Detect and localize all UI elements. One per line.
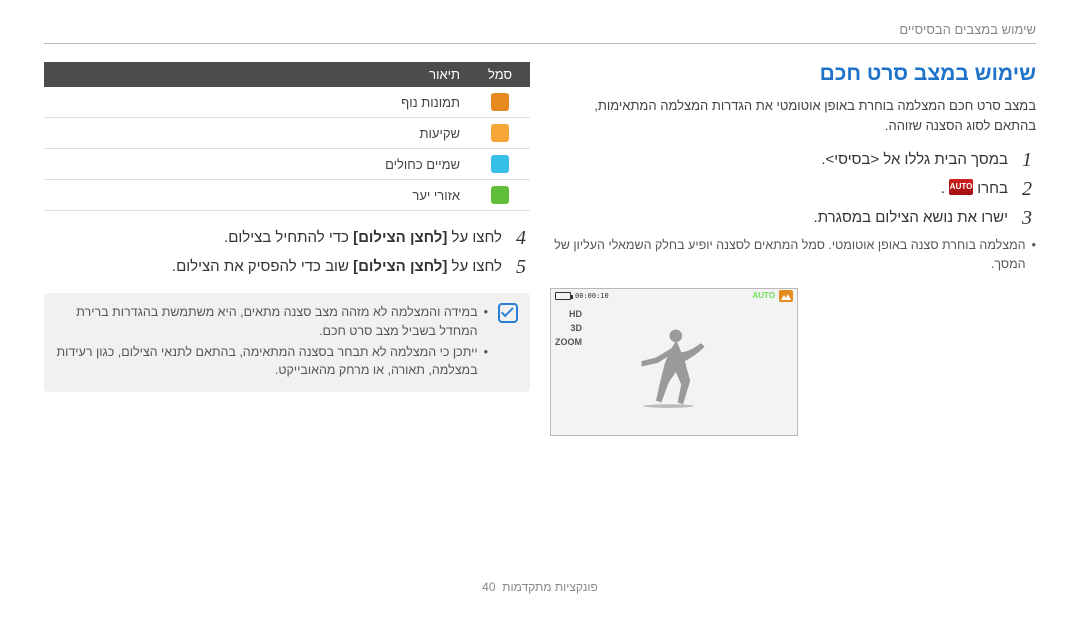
sunset-icon (491, 124, 509, 142)
scene-icon-table: סמל תיאור תמונות נוף שקיעות ש (44, 62, 530, 211)
preview-side-icons: HD 3D ZOOM (555, 309, 582, 347)
skater-silhouette-icon (629, 321, 719, 411)
table-header-description: תיאור (44, 62, 470, 87)
step-text: ישרו את נושא הצילום במסגרת. (814, 207, 1008, 228)
step-text: לחצו על [לחצן הצילום] כדי להתחיל בצילום. (224, 227, 502, 248)
landscape-icon (491, 93, 509, 111)
step-1: 1 במסך הבית גללו אל <בסיסי>. (550, 149, 1036, 172)
step-text: לחצו על [לחצן הצילום] שוב כדי להפסיק את … (172, 256, 502, 277)
table-header-symbol: סמל (470, 62, 530, 87)
preview-mode-label: AUTO (752, 291, 775, 300)
step-4: 4 לחצו על [לחצן הצילום] כדי להתחיל בצילו… (44, 227, 530, 250)
preview-counter: 00:00:10 (575, 292, 609, 300)
page-footer: פונקציות מתקדמות 40 (0, 580, 1080, 594)
section-description: במצב סרט חכם המצלמה בוחרת באופן אוטומטי … (550, 96, 1036, 135)
table-cell-desc: אזורי יער (44, 180, 470, 211)
step-number: 2 (1018, 178, 1036, 201)
auto-mode-icon: AUTO (949, 179, 973, 195)
step-text: בחרו AUTO . (941, 178, 1008, 199)
step-note: המצלמה בוחרת סצנה באופן אוטומטי. סמל המת… (550, 236, 1036, 274)
step-5: 5 לחצו על [לחצן הצילום] שוב כדי להפסיק א… (44, 256, 530, 279)
step-text: במסך הבית גללו אל <בסיסי>. (821, 149, 1008, 170)
bluesky-icon (491, 155, 509, 173)
forest-icon (491, 186, 509, 204)
info-bullet: ייתכן כי המצלמה לא תבחר בסצנה המתאימה, ב… (56, 343, 488, 381)
step-number: 3 (1018, 207, 1036, 230)
info-box: במידה והמצלמה לא מזהה מצב סצנה מתאים, הי… (44, 293, 530, 392)
section-title: שימוש במצב סרט חכם (550, 62, 1036, 86)
step-2: 2 בחרו AUTO . (550, 178, 1036, 201)
step-number: 5 (512, 256, 530, 279)
step-number: 1 (1018, 149, 1036, 172)
landscape-icon (779, 290, 793, 302)
camera-preview: AUTO 00:00:10 HD 3D ZOOM (550, 288, 798, 436)
table-row: שמיים כחולים (44, 149, 530, 180)
table-row: אזורי יער (44, 180, 530, 211)
table-cell-desc: תמונות נוף (44, 87, 470, 118)
step-3: 3 ישרו את נושא הצילום במסגרת. (550, 207, 1036, 230)
breadcrumb: שימוש במצבים הבסיסיים (44, 22, 1036, 44)
table-row: שקיעות (44, 118, 530, 149)
battery-icon (555, 292, 571, 300)
info-check-icon (498, 303, 518, 323)
step-number: 4 (512, 227, 530, 250)
table-row: תמונות נוף (44, 87, 530, 118)
table-cell-desc: שמיים כחולים (44, 149, 470, 180)
table-cell-desc: שקיעות (44, 118, 470, 149)
info-bullet: במידה והמצלמה לא מזהה מצב סצנה מתאים, הי… (56, 303, 488, 341)
